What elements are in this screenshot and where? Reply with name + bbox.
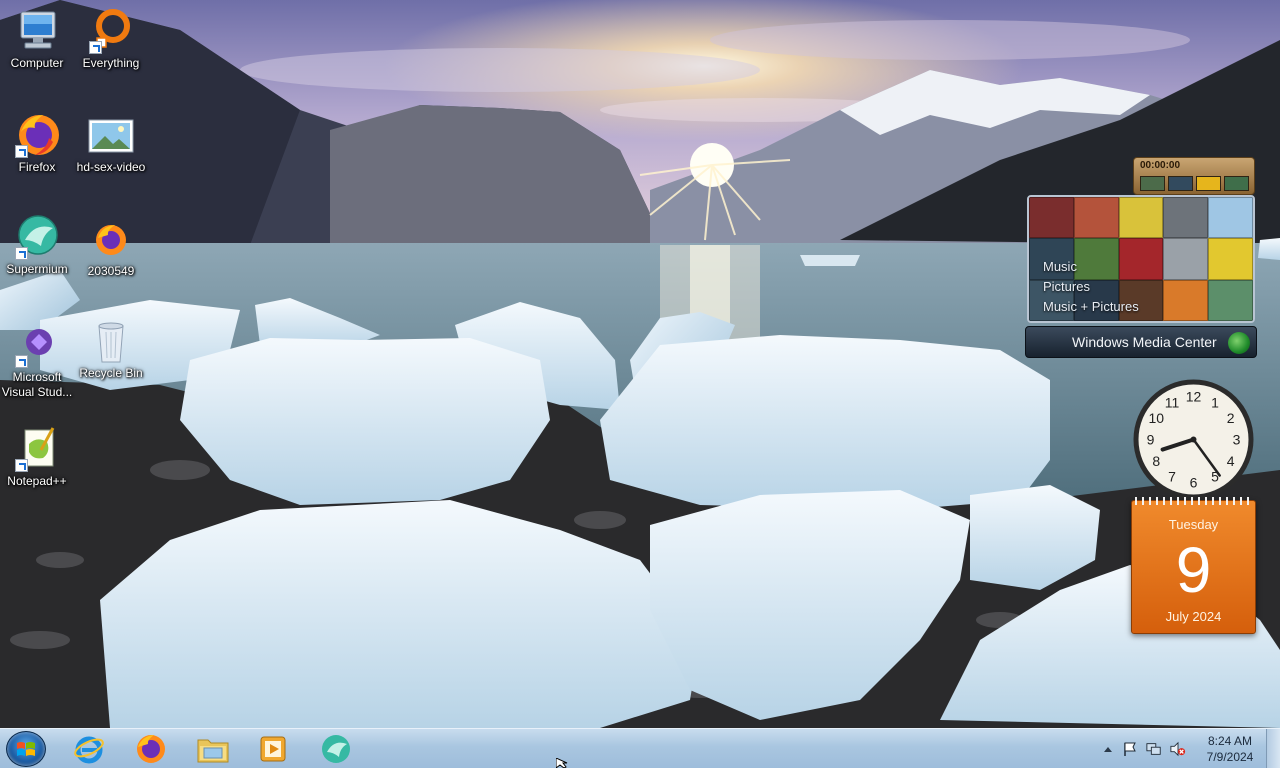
desktop-icon-label: Everything	[82, 56, 140, 70]
clock-numeral: 1	[1211, 394, 1219, 410]
firefox-icon	[13, 112, 61, 158]
desktop-icon-label: Computer	[10, 56, 64, 70]
shortcut-arrow-icon	[15, 247, 28, 260]
firefox-icon	[137, 735, 165, 763]
everything-search-icon	[87, 8, 135, 54]
clock-numeral: 8	[1152, 453, 1160, 469]
clock-gadget[interactable]: 1 2 3 4 5 6 7 8 9 10 11 12	[1131, 377, 1256, 502]
calendar-gadget[interactable]: Tuesday 9 July 2024	[1131, 497, 1256, 634]
shortcut-arrow-icon	[89, 41, 102, 54]
taskbar-clock-date[interactable]: 7/9/2024	[1196, 750, 1264, 765]
media-center-menu: Music Pictures Music + Pictures	[1043, 257, 1139, 317]
desktop-icon-recycle-bin[interactable]: Recycle Bin	[72, 318, 150, 381]
recycle-bin-icon	[87, 318, 135, 364]
desktop-icon-label: Firefox	[18, 160, 56, 174]
desktop-wallpaper	[0, 0, 1280, 728]
desktop-icon-label: hd-sex-video	[76, 160, 146, 174]
calendar-weekday: Tuesday	[1168, 517, 1219, 532]
show-desktop-button[interactable]	[1266, 729, 1280, 768]
menu-item-pictures[interactable]: Pictures	[1043, 277, 1139, 297]
shortcut-arrow-icon	[15, 145, 28, 158]
start-button[interactable]	[6, 731, 46, 767]
shortcut-arrow-icon	[15, 355, 28, 368]
action-center-flag-icon[interactable]	[1122, 741, 1138, 757]
ie-icon	[74, 736, 104, 764]
desktop-icon-notepadpp[interactable]: Notepad++	[0, 426, 76, 489]
volume-muted-icon[interactable]	[1170, 741, 1186, 757]
taskbar-supermium[interactable]	[310, 732, 362, 766]
desktop-icon-visual-studio[interactable]: Microsoft Visual Stud...	[0, 322, 76, 400]
taskbar-firefox[interactable]	[125, 732, 177, 766]
desktop-icon-2030549[interactable]: 2030549	[72, 216, 150, 279]
clock-numeral: 12	[1186, 389, 1202, 405]
desktop-icon-hd-sex-video[interactable]: hd-sex-video	[72, 112, 150, 175]
taskbar-clock-time[interactable]: 8:24 AM	[1196, 734, 1264, 749]
menu-item-music[interactable]: Music	[1043, 257, 1139, 277]
desktop-icon-supermium[interactable]: Supermium	[0, 214, 76, 277]
desktop-icon-label: 2030549	[87, 264, 135, 278]
mouse-cursor-icon	[556, 758, 568, 768]
clock-numeral: 4	[1227, 453, 1235, 469]
media-center-title: Windows Media Center	[1072, 334, 1217, 350]
clock-numeral: 6	[1190, 475, 1198, 491]
supermium-icon	[13, 214, 61, 260]
clock-numeral: 9	[1147, 432, 1155, 448]
shortcut-arrow-icon	[15, 459, 28, 472]
folder-icon	[197, 739, 229, 763]
media-center-mini-player[interactable]: 00:00:00	[1133, 157, 1255, 195]
media-timer: 00:00:00	[1140, 160, 1181, 171]
desktop-icon-label: Supermium	[6, 262, 68, 276]
clock-numeral: 11	[1165, 394, 1180, 410]
media-center-gadget[interactable]: Music Pictures Music + Pictures	[1027, 195, 1255, 323]
clock-numeral: 2	[1227, 410, 1235, 426]
visual-studio-icon	[13, 322, 61, 368]
taskbar-media-player[interactable]	[247, 732, 299, 766]
clock-numeral: 7	[1168, 469, 1176, 485]
calendar-month-year: July 2024	[1165, 609, 1222, 624]
taskbar-internet-explorer[interactable]	[63, 732, 115, 766]
clock-numeral: 10	[1149, 410, 1165, 426]
menu-item-music-pictures[interactable]: Music + Pictures	[1043, 297, 1139, 317]
notepadpp-icon	[13, 426, 61, 472]
clock-numeral: 3	[1233, 432, 1241, 448]
taskbar-file-explorer[interactable]	[187, 732, 239, 766]
computer-icon	[13, 8, 61, 54]
calendar-day: 9	[1175, 534, 1212, 606]
windows-logo-icon	[17, 742, 35, 756]
image-file-icon	[87, 112, 135, 158]
network-icon[interactable]	[1146, 741, 1162, 757]
supermium-icon	[322, 735, 350, 763]
media-thumbnails	[1140, 176, 1249, 191]
windows-logo-icon	[1228, 332, 1250, 354]
desktop-icon-computer[interactable]: Computer	[0, 8, 76, 71]
media-player-icon	[260, 736, 286, 762]
media-center-title-bar[interactable]: Windows Media Center	[1025, 326, 1257, 358]
desktop-icon-everything[interactable]: Everything	[72, 8, 150, 71]
show-hidden-icons-arrow[interactable]	[1100, 741, 1116, 757]
desktop-icon-label: Recycle Bin	[79, 366, 143, 380]
desktop-icon-firefox[interactable]: Firefox	[0, 112, 76, 175]
desktop-icon-label: Microsoft Visual Stud...	[1, 370, 73, 399]
desktop-icon-label: Notepad++	[7, 474, 67, 488]
taskbar: 8:24 AM 7/9/2024	[0, 728, 1280, 768]
calendar-rings	[1135, 497, 1252, 505]
firefox-file-icon	[87, 216, 135, 262]
